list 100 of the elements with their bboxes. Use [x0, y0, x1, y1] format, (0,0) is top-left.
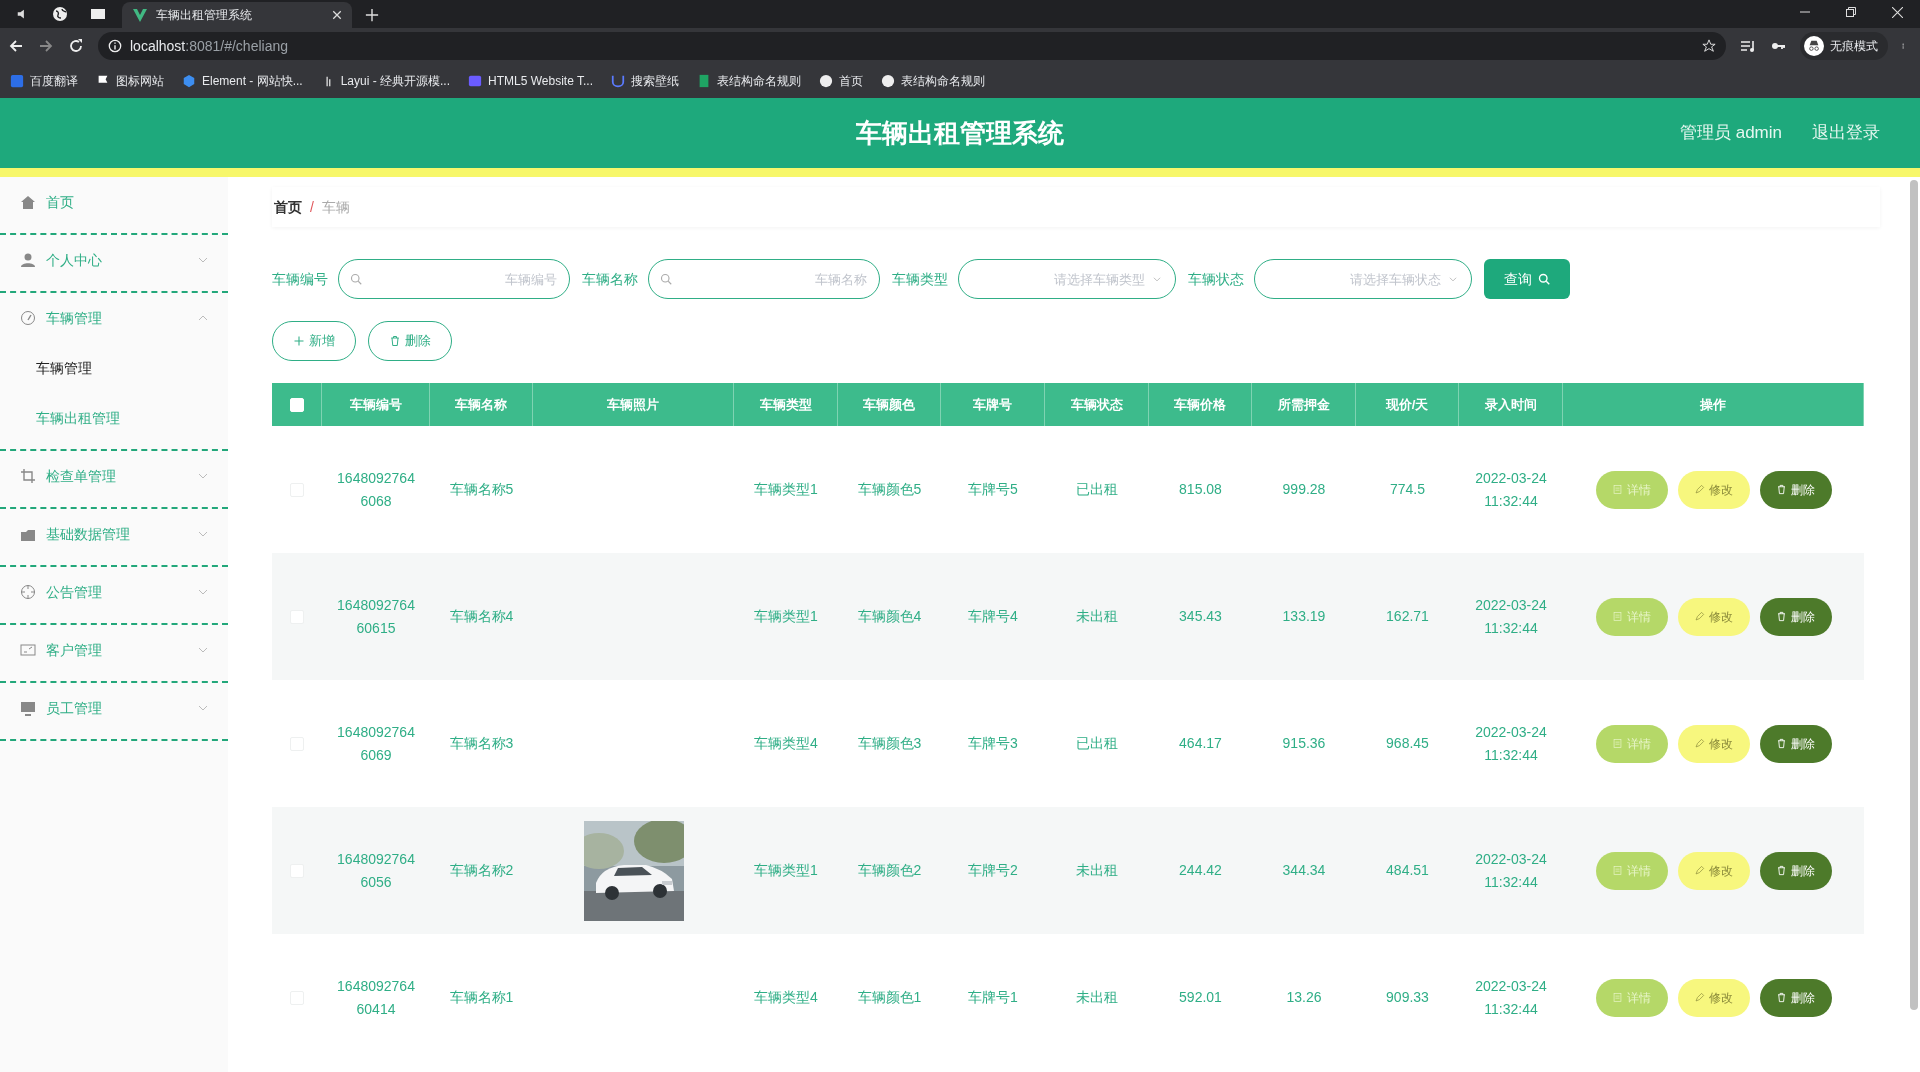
sidebar-item[interactable]: 基础数据管理	[0, 509, 228, 559]
bookmark[interactable]: 首页	[819, 72, 863, 90]
close-icon[interactable]	[332, 10, 342, 20]
new-tab-icon[interactable]	[365, 8, 379, 22]
table-cell-text: 车辆名称5	[449, 480, 514, 499]
edit-button[interactable]: 修改	[1677, 470, 1750, 509]
table-cell-text: 车辆颜色4	[857, 607, 922, 626]
breadcrumb-item[interactable]: 首页	[274, 196, 302, 218]
table-cell-text: 车辆颜色2	[857, 861, 922, 880]
document-icon	[1612, 992, 1623, 1003]
select-field[interactable]: 请选择车辆状态	[1254, 259, 1472, 299]
sidebar-item[interactable]: 首页	[0, 177, 228, 227]
table-cell-text: 815.08	[1179, 480, 1222, 499]
select-all-checkbox[interactable]	[289, 397, 304, 412]
edit-button[interactable]: 修改	[1677, 597, 1750, 636]
edit-button[interactable]: 修改	[1677, 724, 1750, 763]
url-text: localhost:8081/#/cheliang	[130, 36, 290, 56]
table-cell-text: 164809276460414	[336, 976, 416, 1019]
sidebar-item[interactable]: 客户管理	[0, 625, 228, 675]
forward-icon[interactable]	[38, 38, 54, 54]
person-icon	[20, 252, 36, 268]
restore-icon[interactable]	[1846, 7, 1856, 17]
table-cell-text: 车牌号3	[968, 734, 1018, 753]
table-cell-text: 车牌号2	[968, 861, 1018, 880]
sidebar-item[interactable]: 车辆管理	[0, 293, 228, 343]
bookmark[interactable]: 表结构命名规则	[881, 72, 985, 90]
filter-label: 车辆编号	[272, 269, 328, 289]
sidebar-item[interactable]: 员工管理	[0, 683, 228, 733]
delete-button[interactable]: 删除	[1759, 851, 1832, 890]
document-icon	[1612, 865, 1623, 876]
table-cell-text: 未出租	[1076, 861, 1118, 880]
table-cell-text: 592.01	[1179, 988, 1222, 1007]
bookmark[interactable]: Element - 网站快...	[182, 72, 303, 90]
monitor-icon	[20, 700, 36, 716]
sidebar-item[interactable]: 公告管理	[0, 567, 228, 617]
bookmark-icon	[611, 74, 625, 88]
input-field[interactable]: 车辆编号	[338, 259, 570, 299]
card-icon	[20, 642, 36, 658]
trash-icon	[1776, 611, 1787, 622]
input-field[interactable]: 车辆名称	[648, 259, 880, 299]
table-cell-text: 464.17	[1179, 734, 1222, 753]
search-button[interactable]: 查询	[1484, 259, 1570, 299]
breadcrumb-item: 车辆	[321, 197, 350, 217]
table-cell-text: 999.28	[1282, 480, 1326, 499]
table-cell-text: 133.19	[1282, 607, 1326, 626]
table-cell-text: 车辆类型1	[754, 861, 818, 880]
submenu-item[interactable]: 车辆出租管理	[0, 393, 228, 443]
table-cell-text: 车辆名称3	[449, 734, 514, 753]
edit-button[interactable]: 修改	[1677, 978, 1750, 1017]
reload-icon[interactable]	[68, 38, 84, 54]
back-icon[interactable]	[8, 38, 24, 54]
table-cell-text: 车辆类型1	[754, 607, 818, 626]
table-cell-text: 车辆颜色3	[857, 734, 922, 753]
table-cell-text: 2022-03-24 11:32:44	[1474, 722, 1548, 765]
table-cell-text: 16480927646068	[336, 468, 416, 511]
table-cell-text: 164809276460615	[336, 595, 416, 638]
submenu-item[interactable]: 车辆管理	[0, 343, 228, 393]
bookmark[interactable]: Layui - 经典开源模...	[320, 72, 451, 90]
close-window-icon[interactable]	[1891, 6, 1903, 18]
edit-button[interactable]: 修改	[1677, 851, 1750, 890]
delete-button[interactable]: 删除	[1759, 470, 1832, 509]
table-cell-text: 774.5	[1389, 480, 1425, 499]
browser-tab[interactable]: 车辆出租管理系统	[122, 2, 352, 28]
delete-button[interactable]: 删除	[1759, 597, 1832, 636]
document-icon	[1612, 611, 1623, 622]
table-cell-text: 162.71	[1386, 607, 1429, 626]
profile-button[interactable]: 无痕模式	[1800, 32, 1888, 60]
trash-icon	[1776, 484, 1787, 495]
delete-button[interactable]: 删除	[1759, 978, 1832, 1017]
logout-link[interactable]: 退出登录	[1812, 120, 1880, 146]
bookmark[interactable]: 百度翻译	[10, 72, 78, 90]
table-cell-text: 未出租	[1076, 607, 1118, 626]
pencil-icon	[1694, 865, 1705, 876]
app-title: 车辆出租管理系统	[856, 116, 1064, 150]
bookmark[interactable]: 表结构命名规则	[697, 72, 801, 90]
bookmark[interactable]: HTML5 Website T...	[468, 72, 593, 90]
pencil-icon	[1694, 738, 1705, 749]
trash-icon	[1776, 992, 1787, 1003]
sidebar-item[interactable]: 个人中心	[0, 235, 228, 285]
trash-icon	[389, 335, 401, 347]
table-cell-text: 车辆名称4	[449, 607, 514, 626]
delete-button[interactable]: 删除	[368, 321, 452, 361]
playlist-icon[interactable]	[1740, 38, 1756, 54]
scrollbar-thumb[interactable]	[1910, 180, 1918, 1010]
gauge-icon	[20, 310, 36, 326]
add-button[interactable]: 新增	[272, 321, 356, 361]
bookmark-icon	[819, 74, 833, 88]
crop-icon	[20, 468, 36, 484]
table-cell-text: 车辆颜色1	[857, 988, 922, 1007]
address-bar[interactable]: localhost:8081/#/cheliang	[98, 32, 1726, 60]
star-icon[interactable]	[1702, 39, 1716, 53]
table-cell-text: 345.43	[1179, 607, 1222, 626]
select-field[interactable]: 请选择车辆类型	[958, 259, 1176, 299]
delete-button[interactable]: 删除	[1759, 724, 1832, 763]
bookmark[interactable]: 图标网站	[96, 72, 164, 90]
bookmark[interactable]: 搜索壁纸	[611, 72, 679, 90]
table-cell-text: 16480927646056	[336, 849, 416, 892]
sidebar-item[interactable]: 检查单管理	[0, 451, 228, 501]
table-cell-text: 344.34	[1282, 861, 1326, 880]
filter-label: 车辆名称	[582, 269, 638, 289]
